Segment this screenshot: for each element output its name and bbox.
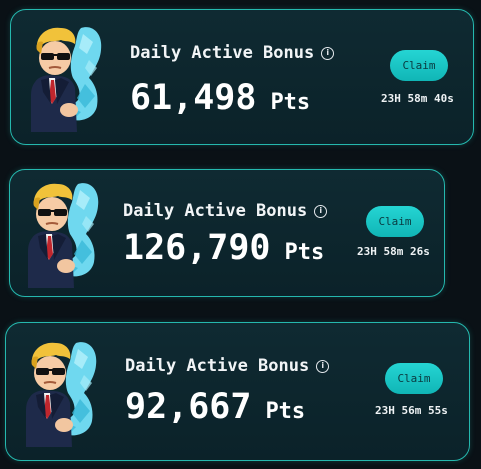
bonus-unit: Pts bbox=[270, 90, 311, 115]
countdown-timer: 23H 58m 40s bbox=[381, 92, 454, 105]
bonus-title: Daily Active Bonus bbox=[130, 43, 315, 63]
info-icon[interactable]: i bbox=[316, 359, 330, 373]
flexing-mascot-icon bbox=[20, 176, 104, 292]
bonus-amount-row: 92,667 Pts bbox=[125, 387, 305, 427]
flexing-mascot-icon bbox=[23, 20, 107, 136]
bonus-title-row: Daily Active Bonus i bbox=[130, 43, 335, 63]
bonus-amount: 61,498 bbox=[130, 78, 257, 118]
flexing-mascot-icon bbox=[18, 335, 102, 451]
bonus-card: Daily Active Bonus i 61,498 Pts Claim 23… bbox=[10, 9, 474, 145]
bonus-title: Daily Active Bonus bbox=[125, 356, 310, 376]
info-icon[interactable]: i bbox=[314, 204, 328, 218]
bonus-title: Daily Active Bonus bbox=[123, 201, 308, 221]
info-icon[interactable]: i bbox=[321, 46, 335, 60]
bonus-amount: 92,667 bbox=[125, 387, 252, 427]
bonus-card: Daily Active Bonus i 126,790 Pts Claim 2… bbox=[9, 169, 445, 297]
bonus-amount: 126,790 bbox=[123, 228, 271, 268]
bonus-unit: Pts bbox=[265, 399, 306, 424]
bonus-title-row: Daily Active Bonus i bbox=[123, 201, 328, 221]
countdown-timer: 23H 58m 26s bbox=[357, 245, 430, 258]
claim-button[interactable]: Claim bbox=[390, 50, 448, 81]
bonus-card: Daily Active Bonus i 92,667 Pts Claim 23… bbox=[5, 322, 470, 461]
bonus-amount-row: 61,498 Pts bbox=[130, 78, 310, 118]
claim-button[interactable]: Claim bbox=[366, 206, 424, 237]
countdown-timer: 23H 56m 55s bbox=[375, 404, 448, 417]
bonus-amount-row: 126,790 Pts bbox=[123, 228, 324, 268]
bonus-title-row: Daily Active Bonus i bbox=[125, 356, 330, 376]
bonus-unit: Pts bbox=[284, 240, 325, 265]
claim-button[interactable]: Claim bbox=[385, 363, 443, 394]
